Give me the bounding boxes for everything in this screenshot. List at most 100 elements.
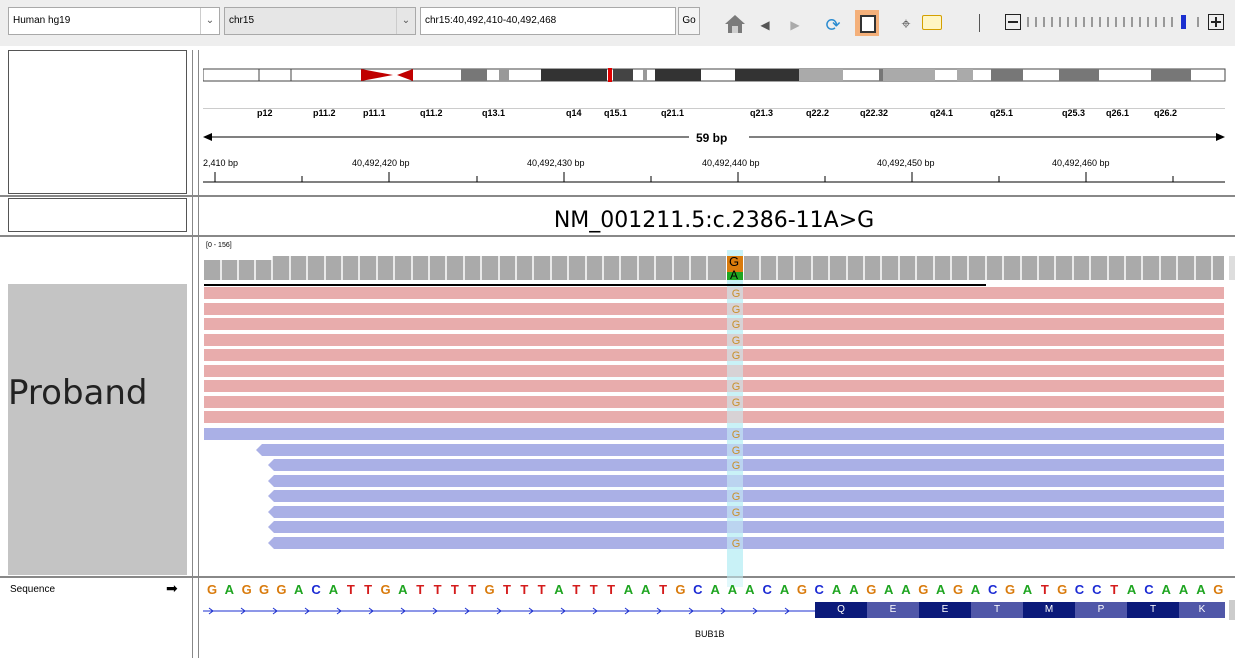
sequence-base: C <box>1144 582 1154 597</box>
sequence-base: T <box>537 582 546 597</box>
sequence-base: T <box>364 582 373 597</box>
scrollbar[interactable] <box>1229 600 1235 620</box>
amino-acid[interactable]: P <box>1075 602 1127 618</box>
amino-acid[interactable]: M <box>1023 602 1075 618</box>
band-label: q21.3 <box>750 108 774 118</box>
read-allele: G <box>731 381 741 393</box>
popup-info-icon[interactable] <box>922 15 942 30</box>
go-button[interactable]: Go <box>678 7 700 35</box>
sequence-base: C <box>693 582 703 597</box>
sequence-base: C <box>311 582 321 597</box>
forward-arrow-icon[interactable]: ▶ <box>784 14 806 36</box>
sequence-base: T <box>450 582 459 597</box>
sequence-base: T <box>520 582 529 597</box>
chevron-down-icon[interactable]: ⌄ <box>200 8 219 34</box>
ruler-tick-label: 40,492,440 bp <box>702 158 760 168</box>
chromosome-ideogram[interactable] <box>203 68 1229 82</box>
sequence-base: G <box>866 582 877 597</box>
read-allele: G <box>731 397 741 409</box>
read[interactable] <box>204 365 1224 377</box>
resize-icon[interactable]: ⌖ <box>895 14 917 36</box>
read[interactable] <box>204 287 1224 299</box>
back-arrow-icon[interactable]: ◀ <box>754 14 776 36</box>
sequence-base: A <box>901 582 911 597</box>
read-allele: G <box>731 507 741 519</box>
sequence-base: A <box>224 582 235 597</box>
read[interactable] <box>204 428 1224 440</box>
amino-acid[interactable]: Q <box>815 602 867 618</box>
sequence-base: G <box>241 582 252 597</box>
gene-name[interactable]: BUB1B <box>695 629 725 639</box>
read[interactable] <box>268 475 1224 487</box>
read-allele: G <box>731 429 741 441</box>
read[interactable] <box>204 303 1224 315</box>
sequence-base: A <box>727 582 738 597</box>
divider <box>198 50 199 658</box>
zoom-out-icon[interactable] <box>1005 14 1021 30</box>
read[interactable] <box>204 334 1224 346</box>
sequence-track-name[interactable]: Sequence <box>10 584 55 595</box>
chromosome-value: chr15 <box>229 15 255 26</box>
chromosome-dropdown[interactable]: chr15 ⌄ <box>224 7 416 35</box>
sequence-base: A <box>710 582 720 597</box>
sequence-base: A <box>1161 582 1171 597</box>
read[interactable] <box>268 459 1224 471</box>
sequence-base: A <box>554 582 564 597</box>
locus-input[interactable]: chr15:40,492,410-40,492,468 <box>420 7 676 35</box>
amino-acid[interactable]: E <box>867 602 919 618</box>
genome-dropdown[interactable]: Human hg19 ⌄ <box>8 7 220 35</box>
refresh-icon[interactable]: ⟳ <box>822 14 844 36</box>
divider <box>203 108 1225 109</box>
chevron-down-icon[interactable]: ⌄ <box>396 8 415 34</box>
amino-acid[interactable]: T <box>971 602 1023 618</box>
read-allele: G <box>731 445 741 457</box>
read[interactable] <box>204 318 1224 330</box>
sequence-base: T <box>468 582 477 597</box>
band-label: q11.2 <box>420 108 443 118</box>
read[interactable] <box>268 490 1224 502</box>
sequence-base: A <box>883 582 894 597</box>
sequence-base: G <box>276 582 287 597</box>
sequence-base: G <box>1005 582 1016 597</box>
amino-acid[interactable]: T <box>1127 602 1179 618</box>
read[interactable] <box>204 411 1224 423</box>
band-label: q13.1 <box>482 108 506 118</box>
ruler-tick-label: 40,492,460 bp <box>1052 158 1110 168</box>
read-allele: G <box>731 319 741 331</box>
sequence-base: A <box>745 582 755 597</box>
sequence-base: A <box>970 582 981 597</box>
read-insert-line <box>204 284 986 286</box>
amino-acid[interactable]: E <box>919 602 971 618</box>
coverage-grid <box>204 256 1213 280</box>
track-name-proband[interactable]: Proband <box>8 373 148 413</box>
genome-value: Human hg19 <box>13 15 71 26</box>
read[interactable] <box>268 537 1224 549</box>
band-label: q14 <box>566 108 582 118</box>
scrollbar[interactable] <box>1229 256 1235 280</box>
sequence-base: G <box>675 582 686 597</box>
band-label: q25.3 <box>1062 108 1086 118</box>
sequence-base: T <box>572 582 581 597</box>
band-label: q22.32 <box>860 108 889 118</box>
strand-arrow-icon[interactable]: ➡ <box>166 580 178 597</box>
sequence-base: G <box>1213 582 1224 597</box>
roi-icon[interactable] <box>855 10 879 36</box>
read[interactable] <box>204 396 1224 408</box>
read[interactable] <box>268 506 1224 518</box>
header-name-panel <box>8 50 187 194</box>
zoom-slider[interactable] <box>1024 13 1204 31</box>
zoom-in-icon[interactable] <box>1208 14 1224 30</box>
sequence-base: C <box>1074 582 1085 597</box>
read[interactable] <box>268 521 1224 533</box>
read[interactable] <box>204 349 1224 361</box>
sequence-base: A <box>294 582 304 597</box>
sequence-base: T <box>346 582 355 597</box>
sequence-base: G <box>206 582 218 597</box>
ruler-tick-label: 40,492,450 bp <box>877 158 935 168</box>
sequence-base: A <box>1022 582 1033 597</box>
sequence-base: T <box>607 582 616 597</box>
home-icon[interactable] <box>723 12 747 36</box>
read[interactable] <box>204 380 1224 392</box>
amino-acid[interactable]: K <box>1179 602 1225 618</box>
divider <box>0 576 1235 578</box>
